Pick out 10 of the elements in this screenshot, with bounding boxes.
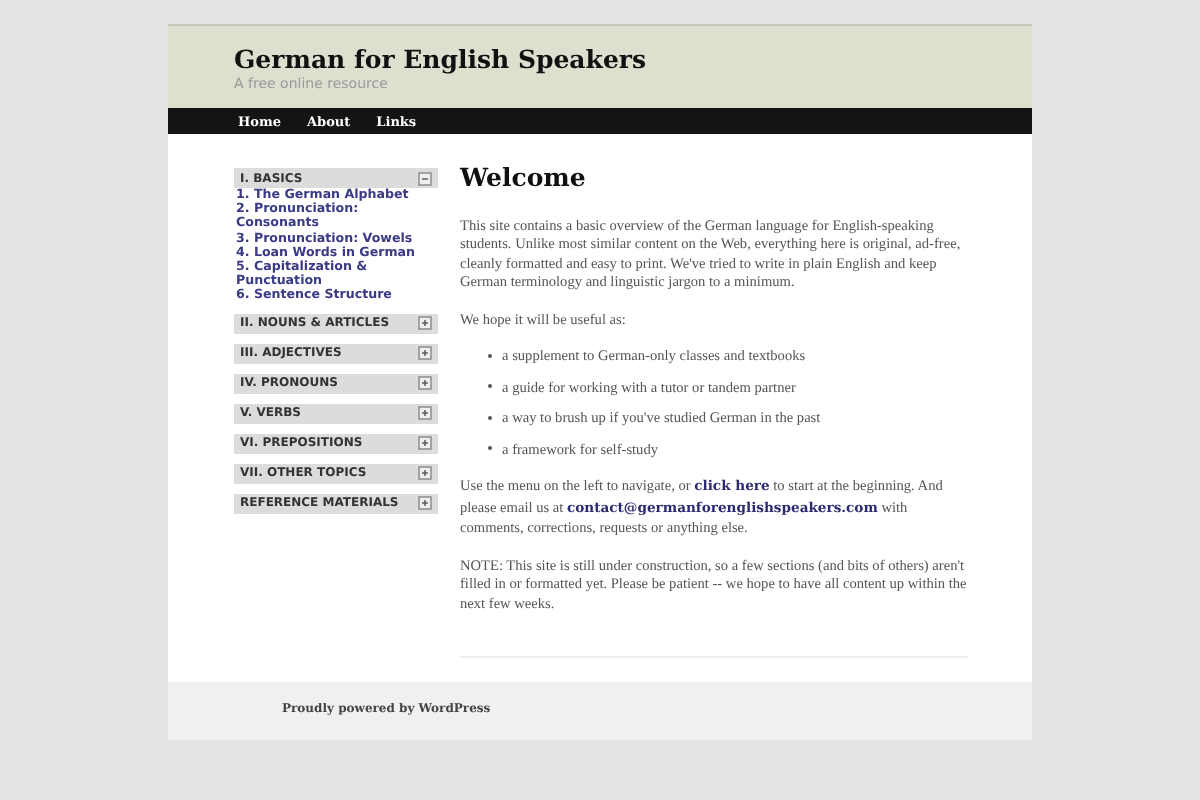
expand-icon[interactable] (418, 406, 432, 421)
expand-icon[interactable] (418, 496, 432, 511)
page-heading: Welcome (460, 168, 588, 187)
collapse-icon[interactable] (418, 171, 432, 185)
site-title[interactable]: German for English Speakers (234, 44, 1032, 74)
expand-icon[interactable] (418, 436, 432, 451)
expand-icon[interactable] (418, 316, 432, 331)
expand-icon[interactable] (418, 376, 432, 391)
expand-icon[interactable] (418, 466, 432, 481)
expand-icon[interactable] (418, 346, 432, 361)
